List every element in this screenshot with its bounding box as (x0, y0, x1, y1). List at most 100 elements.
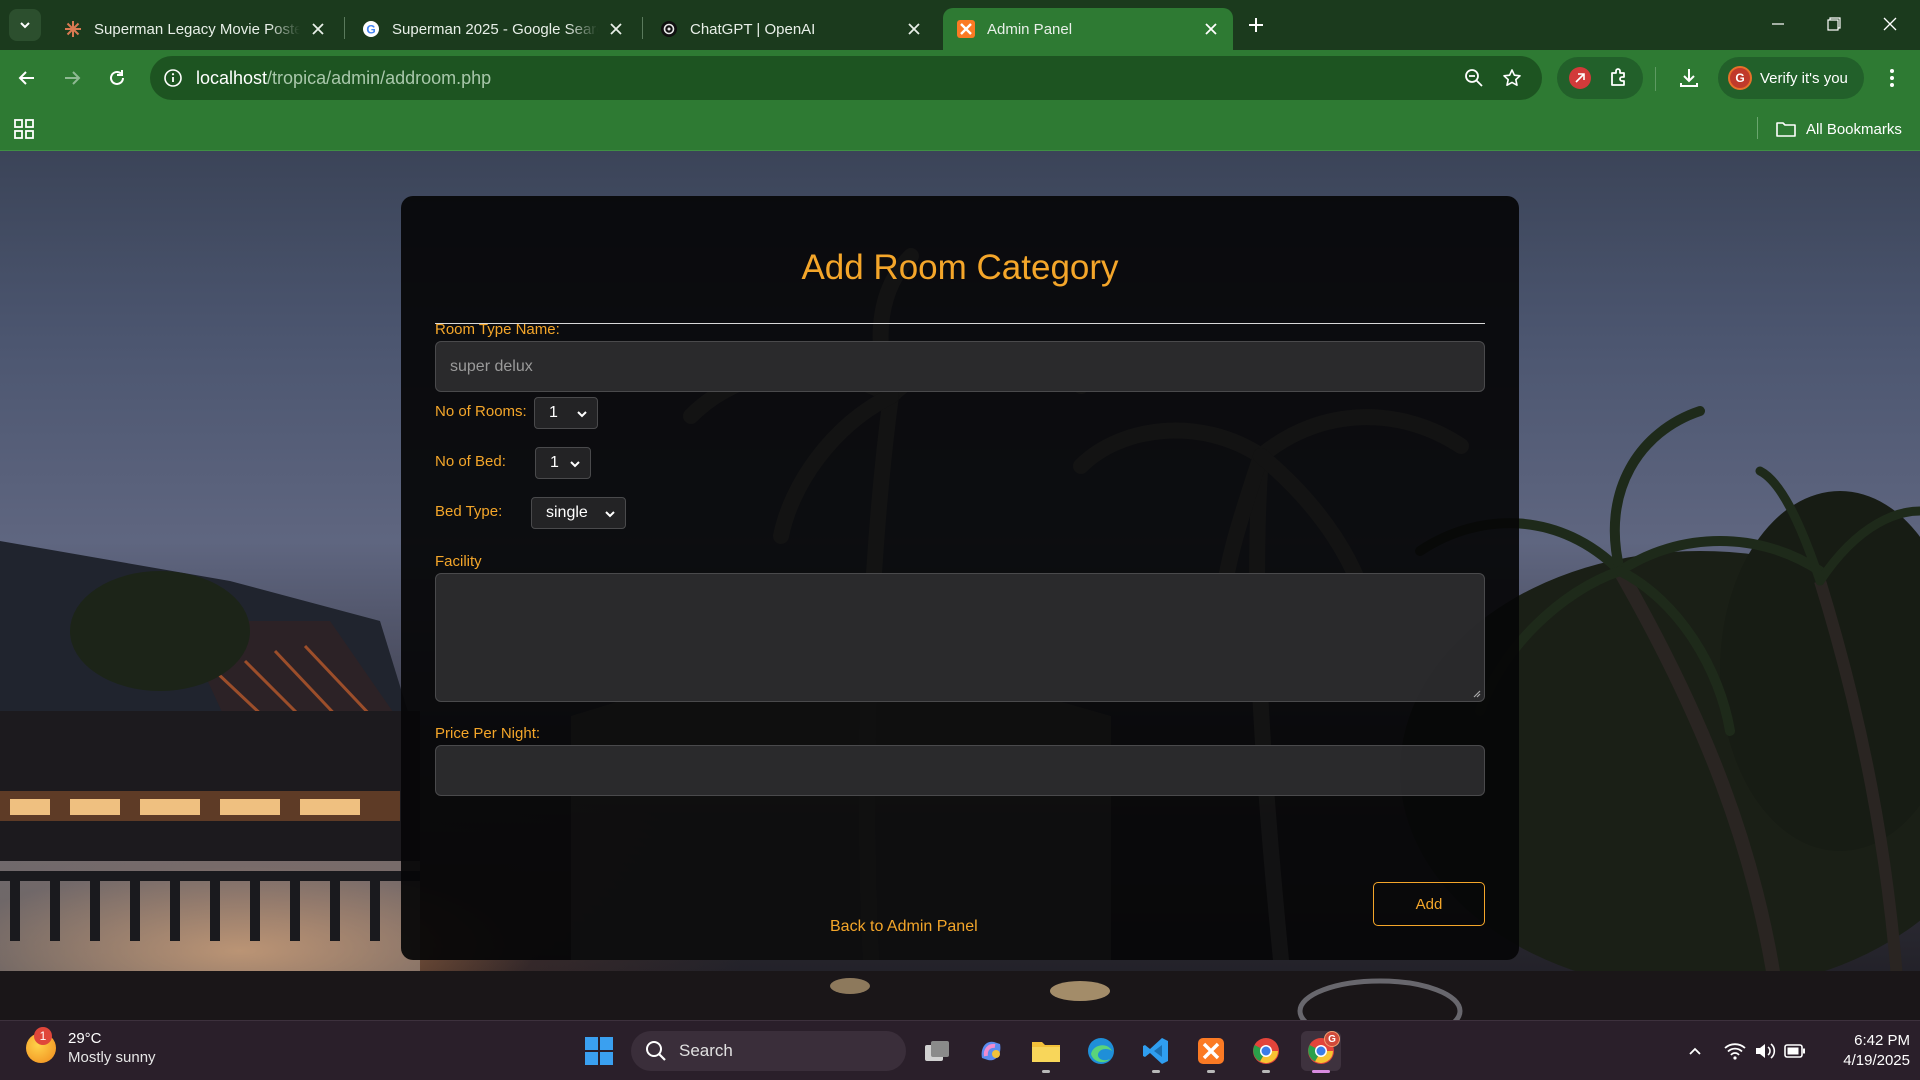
tab-strip: Superman Legacy Movie Poster G Superman … (0, 0, 1920, 50)
page-title: Add Room Category (801, 248, 1119, 287)
rooms-count-select[interactable]: 1 (534, 397, 598, 429)
minimize-icon (1772, 23, 1784, 25)
tab-google-search[interactable]: G Superman 2025 - Google Search (348, 8, 638, 50)
profile-label: Verify it's you (1760, 69, 1848, 87)
bed-count-value: 1 (550, 454, 559, 471)
google-favicon-icon: G (362, 20, 380, 38)
minimize-button[interactable] (1750, 0, 1806, 48)
tab-title: ChatGPT | OpenAI (690, 20, 816, 38)
tab-superman-poster[interactable]: Superman Legacy Movie Poster (50, 8, 340, 50)
running-indicator (1262, 1070, 1270, 1073)
windows-taskbar: 1 29°C Mostly sunny Search G 6:42 PM 4/1… (0, 1020, 1920, 1080)
chevron-down-icon (605, 511, 615, 518)
facility-label: Facility (435, 553, 482, 570)
close-tab-icon[interactable] (1201, 19, 1221, 39)
facility-textarea[interactable] (435, 573, 1485, 702)
site-info-icon[interactable] (162, 67, 184, 89)
task-view-button[interactable] (917, 1031, 957, 1071)
bookmark-separator (1757, 117, 1758, 139)
forward-button[interactable] (55, 61, 89, 95)
rooms-count-value: 1 (549, 404, 558, 421)
wifi-icon[interactable] (1723, 1039, 1747, 1063)
edge-app[interactable] (1081, 1031, 1121, 1071)
downloads-button[interactable] (1672, 61, 1706, 95)
new-tab-button[interactable] (1242, 11, 1270, 39)
weather-description: Mostly sunny (68, 1049, 156, 1066)
system-clock[interactable]: 6:42 PM 4/19/2025 (1810, 1031, 1910, 1071)
back-to-admin-link[interactable]: Back to Admin Panel (830, 918, 978, 936)
address-bar[interactable]: localhost/tropica/admin/addroom.php (150, 56, 1542, 100)
toolbar-separator (1655, 67, 1656, 91)
chevron-up-icon (1689, 1047, 1701, 1055)
room-type-value: super delux (450, 357, 533, 375)
bed-count-label: No of Bed: (435, 453, 506, 470)
zoom-icon[interactable] (1462, 66, 1486, 90)
close-window-button[interactable] (1862, 0, 1918, 48)
vscode-app[interactable] (1136, 1031, 1176, 1073)
weather-widget[interactable]: 1 29°C Mostly sunny (26, 1027, 156, 1067)
sparkle-favicon-icon (64, 20, 82, 38)
chrome-profile-app[interactable]: G (1301, 1031, 1341, 1073)
arrow-left-icon (18, 71, 34, 85)
close-tab-icon[interactable] (308, 19, 328, 39)
bed-type-select[interactable]: single (531, 497, 626, 529)
file-explorer-app[interactable] (1026, 1031, 1066, 1073)
task-view-icon (925, 1041, 949, 1061)
chevron-down-icon (570, 461, 580, 468)
weather-temperature: 29°C (68, 1030, 102, 1047)
profile-chip[interactable]: G Verify it's you (1718, 57, 1864, 99)
close-tab-icon[interactable] (606, 19, 626, 39)
start-button[interactable] (584, 1036, 614, 1066)
copilot-app[interactable] (971, 1031, 1011, 1071)
apps-grid-icon[interactable] (13, 118, 35, 140)
volume-icon[interactable] (1753, 1039, 1777, 1063)
room-type-label: Room Type Name: (435, 321, 560, 338)
url-text[interactable]: localhost/tropica/admin/addroom.php (196, 68, 491, 89)
svg-text:G: G (366, 23, 375, 37)
notification-badge: 1 (34, 1027, 52, 1045)
arrow-right-icon (65, 71, 81, 85)
sun-icon: 1 (26, 1027, 56, 1063)
tab-separator (642, 17, 643, 39)
avatar: G (1728, 66, 1752, 90)
chrome-app[interactable] (1246, 1031, 1286, 1073)
clock-date: 4/19/2025 (1843, 1052, 1910, 1069)
bed-type-value: single (546, 504, 588, 521)
bed-count-select[interactable]: 1 (535, 447, 591, 479)
xampp-app[interactable] (1191, 1031, 1231, 1073)
folder-icon (1776, 122, 1796, 137)
show-hidden-icons-button[interactable] (1683, 1039, 1707, 1063)
tab-separator (344, 17, 345, 39)
tab-title: Admin Panel (987, 20, 1073, 38)
close-tab-icon[interactable] (904, 19, 924, 39)
browser-toolbar: localhost/tropica/admin/addroom.php G Ve… (0, 50, 1920, 107)
search-label: Search (679, 1041, 733, 1060)
battery-icon[interactable] (1783, 1039, 1807, 1063)
reload-button[interactable] (100, 61, 134, 95)
bookmarks-bar: All Bookmarks (0, 107, 1920, 151)
tab-title: Superman Legacy Movie Poster (94, 20, 300, 38)
taskbar-search[interactable]: Search (631, 1031, 906, 1071)
add-button[interactable]: Add (1373, 882, 1485, 926)
price-label: Price Per Night: (435, 725, 541, 742)
close-icon (1883, 17, 1897, 31)
vscode-icon (1143, 1038, 1168, 1064)
tab-chatgpt[interactable]: ChatGPT | OpenAI (646, 8, 936, 50)
all-bookmarks-label: All Bookmarks (1806, 120, 1902, 138)
tab-search-button[interactable] (9, 9, 41, 41)
add-room-form-card: Add Room Category Room Type Name: super … (401, 196, 1519, 960)
running-indicator (1152, 1070, 1160, 1073)
browser-menu-button[interactable] (1877, 63, 1907, 93)
windows-logo-icon (585, 1037, 613, 1065)
restore-button[interactable] (1806, 0, 1862, 48)
puzzle-icon[interactable] (1607, 66, 1631, 95)
all-bookmarks-button[interactable]: All Bookmarks (1776, 116, 1902, 142)
room-type-input[interactable]: super delux (435, 341, 1485, 392)
back-button[interactable] (10, 61, 44, 95)
price-input[interactable] (435, 745, 1485, 796)
bookmark-star-icon[interactable] (1500, 66, 1524, 90)
extension-icon[interactable] (1569, 67, 1591, 89)
tab-admin-panel[interactable]: Admin Panel (943, 8, 1233, 50)
more-vert-icon (1890, 69, 1894, 87)
bed-type-label: Bed Type: (435, 503, 503, 520)
